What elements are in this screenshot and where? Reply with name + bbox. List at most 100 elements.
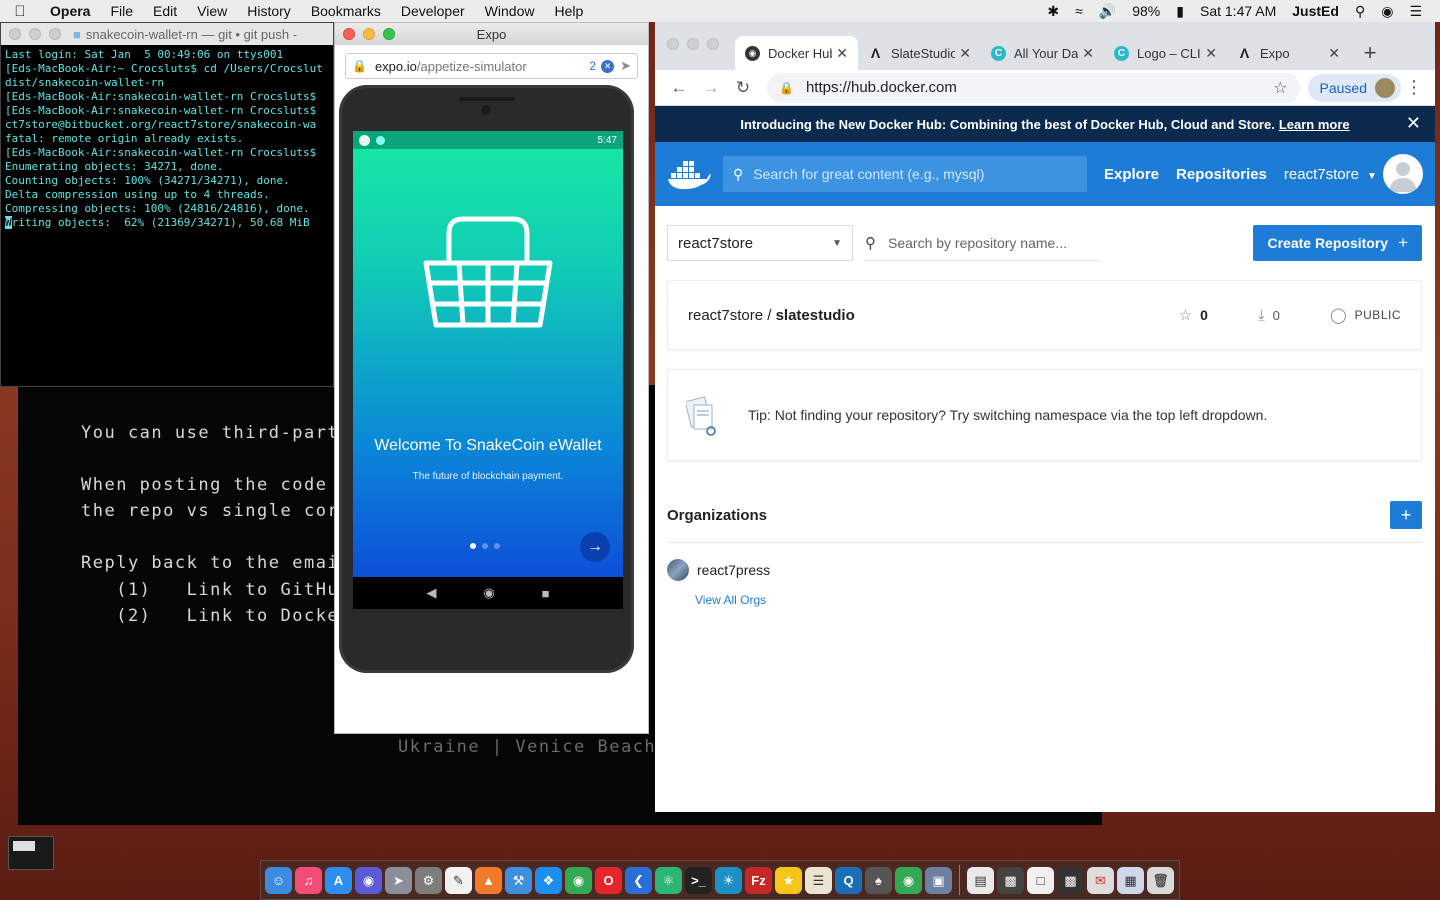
terminal-window[interactable]: ■ snakecoin-wallet-rn — git • git push -… [0,22,334,387]
menu-window[interactable]: Window [475,3,545,19]
organization-item[interactable]: react7press [667,543,1422,593]
menu-developer[interactable]: Developer [391,3,475,19]
zoom-button[interactable] [707,38,719,50]
quicktime-icon[interactable]: Q [835,866,862,894]
repository-search-input[interactable]: ⚲ Search by repository name... [865,225,1101,261]
volume-icon[interactable]: 🔊 [1091,3,1124,20]
close-button[interactable] [9,28,21,40]
menu-edit[interactable]: Edit [143,3,187,19]
minimize-button[interactable] [29,28,41,40]
music-icon[interactable]: ♫ [295,866,322,894]
shield-icon[interactable]: ✕ [601,59,615,73]
create-repository-button[interactable]: Create Repository + [1253,225,1422,261]
new-tab-button[interactable]: + [1350,36,1390,70]
desktop-file-icon[interactable] [8,836,54,870]
terminal-titlebar[interactable]: ■ snakecoin-wallet-rn — git • git push - [1,23,333,45]
spotlight-icon[interactable]: ⚲ [1347,3,1373,20]
menu-view[interactable]: View [187,3,237,19]
wifi-icon[interactable]: ≈ [1067,3,1091,19]
image-file-icon[interactable]: ▦ [1117,866,1144,894]
sketch-tool-icon[interactable]: ▲ [475,866,502,894]
star-count[interactable]: ☆ 0 [1179,306,1208,324]
menu-help[interactable]: Help [544,3,593,19]
learn-more-link[interactable]: Learn more [1279,117,1350,132]
battery-percent[interactable]: 98% [1124,3,1168,19]
view-all-orgs-link[interactable]: View All Orgs [695,593,1422,607]
global-search-input[interactable]: ⚲ Search for great content (e.g., mysql) [723,156,1087,192]
close-icon[interactable]: ✕ [1406,113,1421,134]
onboarding-screen[interactable]: Welcome To SnakeCoin eWallet The future … [353,149,623,577]
launchpad-icon[interactable]: ➤ [385,866,412,894]
close-icon[interactable]: ✕ [1082,45,1094,62]
source-tree-icon[interactable]: ☀ [715,866,742,894]
docker-logo-icon[interactable] [667,157,711,191]
send-icon[interactable]: ➤ [620,58,631,74]
expo-titlebar[interactable]: Expo [335,23,648,45]
document-icon[interactable]: ▤ [967,866,994,894]
siri-icon[interactable]: ◉ [355,866,382,894]
chrome-window[interactable]: ◉ Docker Hub ✕ Λ SlateStudio ✕ C All You… [655,22,1435,812]
add-organization-button[interactable]: + [1390,501,1422,529]
repository-name[interactable]: react7store / slatestudio [688,307,855,324]
minimize-button[interactable] [687,38,699,50]
nav-explore[interactable]: Explore [1104,166,1159,183]
tab-logo-cli[interactable]: C Logo – CLI ✕ [1104,36,1227,70]
github-icon[interactable]: ♠ [865,866,892,894]
minimize-button[interactable] [363,28,375,40]
cyberduck-icon[interactable]: ★ [775,866,802,894]
close-icon[interactable]: ✕ [1328,45,1340,62]
screenshot-file-icon[interactable]: ▩ [1057,866,1084,894]
menu-app-name[interactable]: Opera [40,3,100,19]
back-nav-icon[interactable]: ◀ [426,585,436,601]
nav-repositories[interactable]: Repositories [1176,166,1267,183]
textedit-icon[interactable]: ✎ [445,866,472,894]
bluetooth-icon[interactable]: ✱ [1039,3,1067,20]
close-button[interactable] [667,38,679,50]
reload-icon[interactable]: ↻ [727,78,759,98]
next-arrow-button[interactable]: → [580,532,610,562]
notes-icon[interactable]: ☰ [805,866,832,894]
system-preferences-icon[interactable]: ⚙ [415,866,442,894]
tab-docker-hub[interactable]: ◉ Docker Hub ✕ [735,36,858,70]
omnibox[interactable]: 🔒 https://hub.docker.com ☆ [767,72,1300,103]
siri-icon[interactable]: ◉ [1373,3,1401,20]
mail-icon[interactable]: ✉ [1087,866,1114,894]
bookmark-star-icon[interactable]: ☆ [1273,78,1287,98]
screenshot-icon[interactable]: ▣ [925,866,952,894]
close-button[interactable] [343,28,355,40]
blank-file-icon[interactable]: □ [1027,866,1054,894]
user-name[interactable]: JustEd [1284,3,1347,19]
menu-bookmarks[interactable]: Bookmarks [301,3,391,19]
terminal-output[interactable]: Last login: Sat Jan 5 00:49:06 on ttys00… [1,45,333,233]
filezilla-icon[interactable]: Fz [745,866,772,894]
tab-all-your-data[interactable]: C All Your Data ✕ [981,36,1104,70]
zoom-button[interactable] [383,28,395,40]
profile-paused-button[interactable]: Paused [1307,73,1401,102]
menu-file[interactable]: File [100,3,143,19]
namespace-dropdown[interactable]: react7store ▼ [667,225,853,261]
expo-address-bar[interactable]: 🔒 expo.io/appetize-simulator 2 ✕ ➤ [345,53,638,79]
chrome-canary-icon[interactable]: ◉ [895,866,922,894]
vscode-icon[interactable]: ❮ [625,866,652,894]
menu-history[interactable]: History [237,3,301,19]
finder-icon[interactable]: ☺ [265,866,292,894]
nav-user-menu[interactable]: react7store ▼ [1284,166,1377,183]
opera-icon[interactable]: O [595,866,622,894]
phone-screen[interactable]: 5:47 Welcome To SnakeCoin eWallet The fu… [353,131,623,609]
back-icon[interactable]: ← [663,78,695,98]
safari-icon[interactable]: ❖ [535,866,562,894]
clock[interactable]: Sat 1:47 AM [1192,3,1284,19]
monitor-icon[interactable]: ▩ [997,866,1024,894]
xcode-icon[interactable]: ⚒ [505,866,532,894]
tab-expo[interactable]: Λ Expo ✕ [1227,36,1350,70]
app-store-icon[interactable]: A [325,866,352,894]
terminal-icon[interactable]: >_ [685,866,712,894]
forward-icon[interactable]: → [695,78,727,98]
close-icon[interactable]: ✕ [836,45,848,62]
atom-icon[interactable]: ⚛ [655,866,682,894]
zoom-button[interactable] [49,28,61,40]
more-menu-icon[interactable]: ⋮ [1401,77,1427,98]
tab-slatestudio[interactable]: Λ SlateStudio ✕ [858,36,981,70]
recents-nav-icon[interactable]: ■ [542,586,550,601]
expo-window[interactable]: Expo 🔒 expo.io/appetize-simulator 2 ✕ ➤ … [334,22,649,734]
